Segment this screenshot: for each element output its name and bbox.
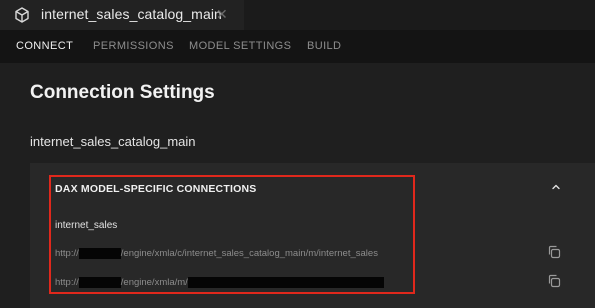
tab-connect[interactable]: CONNECT — [16, 40, 73, 52]
main-content: Connection Settings internet_sales_catal… — [0, 63, 595, 308]
url-suffix: /engine/xmla/c/internet_sales_catalog_ma… — [120, 247, 378, 259]
cube-icon — [15, 7, 29, 23]
panel-header[interactable]: DAX MODEL-SPECIFIC CONNECTIONS — [55, 183, 256, 195]
chevron-up-icon[interactable] — [549, 180, 563, 194]
close-icon[interactable]: ✕ — [216, 6, 228, 22]
copy-icon[interactable] — [546, 273, 562, 289]
file-tab[interactable]: internet_sales_catalog_main ✕ — [0, 0, 244, 30]
redacted-host — [78, 247, 121, 259]
connection-url-row[interactable]: http:// /engine/xmla/m/ — [55, 275, 384, 289]
redacted-model-id — [187, 276, 384, 288]
tab-permissions[interactable]: PERMISSIONS — [93, 40, 174, 52]
copy-icon[interactable] — [546, 244, 562, 260]
redacted-host — [78, 276, 121, 288]
tab-build[interactable]: BUILD — [307, 40, 341, 52]
dax-connections-panel: DAX MODEL-SPECIFIC CONNECTIONS internet_… — [30, 163, 595, 308]
url-prefix: http:// — [55, 276, 79, 288]
page-title: Connection Settings — [30, 82, 215, 103]
model-name: internet_sales_catalog_main — [30, 134, 196, 149]
connection-url-row[interactable]: http:// /engine/xmla/c/internet_sales_ca… — [55, 246, 378, 260]
section-tabs: CONNECT PERMISSIONS MODEL SETTINGS BUILD — [0, 30, 595, 63]
url-suffix: /engine/xmla/m/ — [120, 276, 188, 288]
url-prefix: http:// — [55, 247, 79, 259]
file-tab-bar: internet_sales_catalog_main ✕ — [0, 0, 595, 30]
model-label: internet_sales — [55, 220, 118, 231]
tab-model-settings[interactable]: MODEL SETTINGS — [189, 40, 291, 52]
file-tab-title: internet_sales_catalog_main — [41, 6, 222, 22]
